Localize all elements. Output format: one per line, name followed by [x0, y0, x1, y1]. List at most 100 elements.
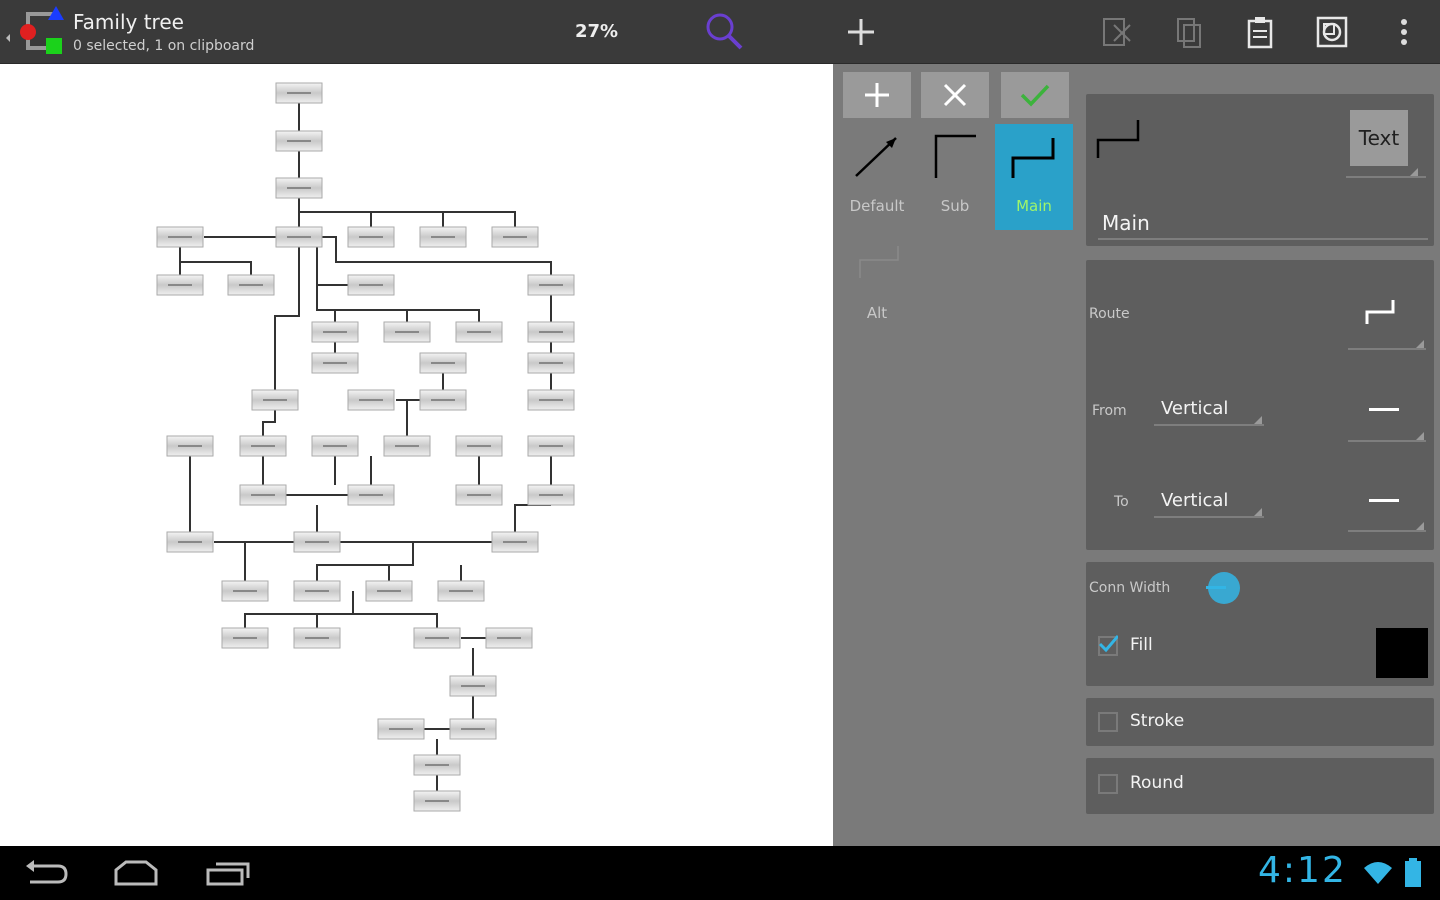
tree-node-label	[467, 331, 491, 333]
tree-node-label	[539, 331, 563, 333]
tree-node-label	[461, 685, 485, 687]
connector-line[interactable]	[316, 247, 348, 286]
connector-line[interactable]	[316, 285, 480, 322]
route-card: Route From Vertical To Vertical	[1086, 260, 1434, 550]
tree-node-label	[251, 445, 275, 447]
tree-node-label	[431, 362, 455, 364]
dropdown-corner-icon	[1416, 340, 1424, 348]
to-line-cap-icon[interactable]	[1369, 499, 1399, 502]
tree-node-label	[359, 399, 383, 401]
tree-node-label	[323, 445, 347, 447]
tree-node-label	[449, 590, 473, 592]
to-direction-select[interactable]: Vertical	[1161, 490, 1228, 511]
tree-node-label	[178, 445, 202, 447]
tree-node-label	[503, 236, 527, 238]
faint-line-icon	[859, 246, 899, 278]
layers-icon[interactable]	[1309, 10, 1355, 54]
route-label: Route	[1089, 306, 1130, 322]
dropdown-corner-icon	[1254, 416, 1262, 424]
search-icon[interactable]	[702, 10, 748, 54]
tree-node-label	[425, 800, 449, 802]
from-line-cap-icon[interactable]	[1369, 408, 1399, 411]
recent-apps-icon[interactable]	[204, 860, 252, 892]
copy-icon[interactable]	[1166, 10, 1212, 54]
paste-icon[interactable]	[1237, 10, 1283, 54]
to-label: To	[1114, 494, 1129, 510]
conn-width-label: Conn Width	[1089, 580, 1171, 596]
connector-line[interactable]	[274, 247, 300, 390]
home-icon[interactable]	[112, 858, 160, 892]
check-icon	[1020, 84, 1050, 107]
text-style-button[interactable]: Text	[1350, 110, 1408, 166]
from-direction-select[interactable]: Vertical	[1161, 398, 1228, 419]
connector-line[interactable]	[353, 613, 438, 628]
round-checkbox[interactable]	[1098, 774, 1118, 794]
tree-node-label	[251, 494, 275, 496]
app-title: Family tree	[73, 10, 184, 34]
diagram-canvas[interactable]	[0, 64, 833, 846]
apply-style-button[interactable]	[1001, 72, 1069, 118]
family-tree-diagram[interactable]	[0, 64, 833, 846]
selection-status: 0 selected, 1 on clipboard	[73, 38, 255, 54]
step-line-icon	[1011, 138, 1055, 178]
app-icon[interactable]	[4, 6, 68, 58]
tree-node-label	[425, 637, 449, 639]
line-style-label: Alt	[866, 304, 888, 322]
tree-node-label	[467, 445, 491, 447]
dropdown-corner-icon	[1410, 168, 1418, 176]
connector-line[interactable]	[179, 247, 252, 275]
tree-node-label	[539, 445, 563, 447]
tree-node-label	[389, 728, 413, 730]
dropdown-corner-icon	[1416, 522, 1424, 530]
width-slider-thumb[interactable]	[1208, 572, 1240, 604]
connector-line[interactable]	[514, 504, 551, 532]
add-style-button[interactable]	[843, 72, 911, 118]
round-card: Round	[1086, 758, 1434, 814]
back-icon[interactable]	[22, 858, 68, 892]
style-name-field[interactable]: Main	[1102, 211, 1150, 235]
tree-node-label	[287, 140, 311, 142]
tree-node-label	[431, 399, 455, 401]
line-style-main[interactable]: Main	[995, 124, 1073, 230]
tree-node-label	[461, 728, 485, 730]
delete-style-button[interactable]	[921, 72, 989, 118]
conn-width-card: Conn Width Fill	[1086, 562, 1434, 686]
tree-node-label	[168, 284, 192, 286]
overflow-menu-icon[interactable]	[1381, 10, 1427, 54]
system-nav-bar: 4:12	[0, 846, 1440, 900]
route-step-icon[interactable]	[1361, 294, 1401, 334]
tree-node-label	[305, 590, 329, 592]
line-style-default[interactable]: Default	[838, 124, 916, 230]
tree-node-label	[287, 187, 311, 189]
fill-checkbox[interactable]	[1098, 635, 1118, 656]
tree-node-label	[323, 331, 347, 333]
tree-node-label	[305, 541, 329, 543]
line-style-label: Default	[849, 197, 905, 215]
tree-node-label	[323, 362, 347, 364]
close-icon	[943, 83, 967, 107]
stroke-checkbox[interactable]	[1098, 712, 1118, 732]
connector-line[interactable]	[262, 410, 276, 436]
fill-color-swatch[interactable]	[1376, 628, 1428, 678]
tree-node-label	[539, 284, 563, 286]
action-bar: Family tree 0 selected, 1 on clipboard 2…	[0, 0, 1440, 64]
tree-node-label	[239, 284, 263, 286]
add-icon[interactable]	[838, 10, 884, 54]
tree-node-label	[425, 764, 449, 766]
tree-node-label	[305, 637, 329, 639]
line-style-alt[interactable]: Alt	[838, 232, 916, 338]
fill-label: Fill	[1130, 635, 1153, 655]
zoom-level[interactable]: 27%	[575, 21, 618, 42]
tree-node-label	[395, 331, 419, 333]
tree-node-label	[503, 541, 527, 543]
elbow-line-icon	[934, 134, 976, 178]
style-preview-card: Text Main	[1086, 94, 1434, 246]
cut-icon[interactable]	[1094, 10, 1140, 54]
line-style-sub[interactable]: Sub	[916, 124, 994, 230]
stroke-label: Stroke	[1130, 711, 1185, 731]
battery-icon	[1404, 858, 1422, 892]
connector-line[interactable]	[299, 211, 516, 227]
tree-node-label	[263, 399, 287, 401]
add-icon	[865, 83, 889, 107]
arrow-line-icon	[855, 137, 897, 177]
